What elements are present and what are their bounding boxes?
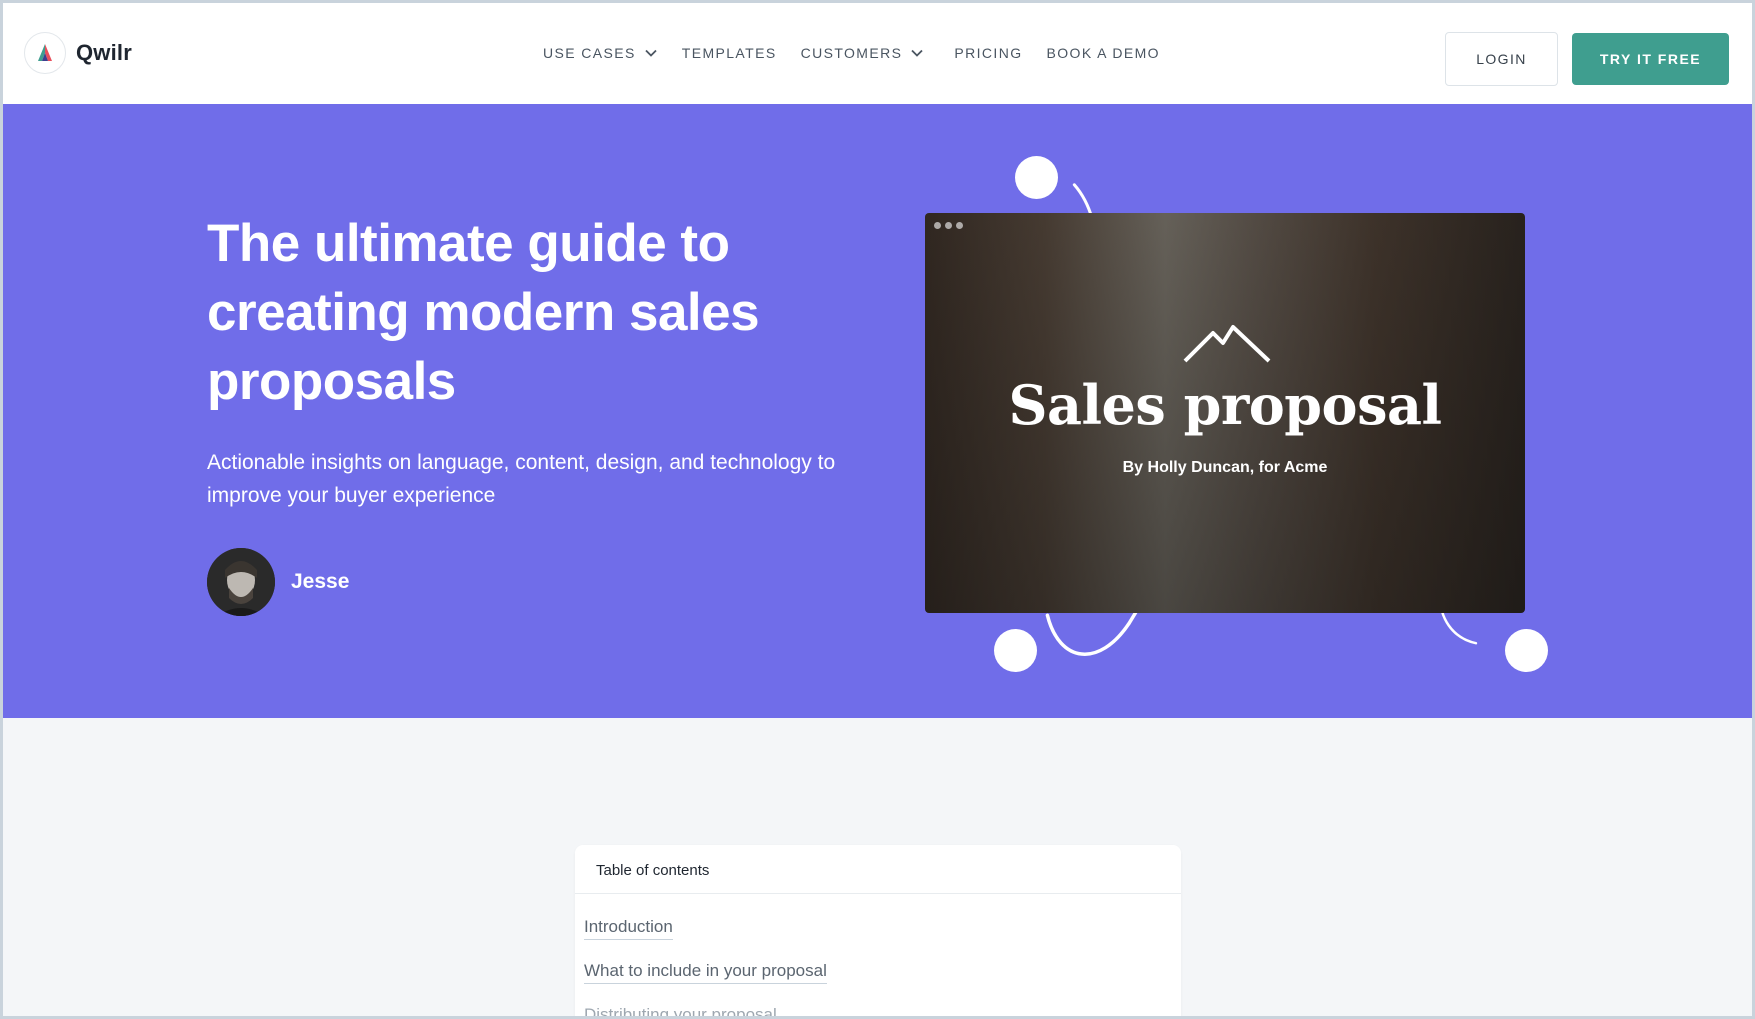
toc-link-distributing[interactable]: Distributing your proposal <box>584 1005 777 1016</box>
nav-book-demo-label: BOOK A DEMO <box>1046 45 1160 61</box>
nav-book-demo[interactable]: BOOK A DEMO <box>1047 45 1160 61</box>
brand-name: Qwilr <box>76 39 133 65</box>
main-nav: USE CASES TEMPLATES CUSTOMERS PRICING BO… <box>543 45 1184 61</box>
author-block[interactable]: Jesse <box>207 548 349 616</box>
hero-section: The ultimate guide to creating modern sa… <box>3 104 1752 718</box>
preview-title: Sales proposal <box>1008 373 1442 437</box>
table-of-contents: Table of contents Introduction What to i… <box>575 845 1181 1016</box>
page-title: The ultimate guide to creating modern sa… <box>207 214 760 411</box>
nav-customers[interactable]: CUSTOMERS <box>801 45 925 61</box>
avatar <box>207 548 275 616</box>
decorative-dot <box>1505 629 1548 672</box>
try-it-free-button[interactable]: TRY IT FREE <box>1572 33 1729 85</box>
login-button[interactable]: LOGIN <box>1445 32 1558 86</box>
toc-heading: Table of contents <box>575 845 1181 894</box>
chevron-down-icon <box>645 49 657 57</box>
window-dots-icon <box>934 222 963 229</box>
author-name: Jesse <box>291 570 350 593</box>
toc-link-introduction[interactable]: Introduction <box>584 917 673 940</box>
toc-list: Introduction What to include in your pro… <box>575 894 1181 1016</box>
nav-customers-label: CUSTOMERS <box>800 45 903 61</box>
nav-templates-label: TEMPLATES <box>681 45 777 61</box>
nav-templates[interactable]: TEMPLATES <box>682 45 777 61</box>
decorative-dot <box>1015 156 1058 199</box>
chevron-down-icon <box>911 49 923 57</box>
nav-use-cases[interactable]: USE CASES <box>543 45 658 61</box>
brand-logo[interactable]: Qwilr <box>24 30 132 75</box>
mountain-icon <box>1183 325 1271 363</box>
decorative-dot <box>994 629 1037 672</box>
proposal-preview-image: Sales proposal By Holly Duncan, for Acme <box>925 213 1525 613</box>
nav-use-cases-label: USE CASES <box>543 45 636 61</box>
site-header: Qwilr USE CASES TEMPLATES CUSTOMERS PRIC… <box>3 3 1752 104</box>
nav-pricing[interactable]: PRICING <box>954 45 1022 61</box>
qwilr-logo-icon <box>24 31 66 74</box>
nav-pricing-label: PRICING <box>954 45 1023 61</box>
toc-link-what-to-include[interactable]: What to include in your proposal <box>584 961 827 984</box>
browser-frame: Qwilr USE CASES TEMPLATES CUSTOMERS PRIC… <box>0 0 1755 1019</box>
preview-byline: By Holly Duncan, for Acme <box>1122 459 1328 476</box>
hero-subtitle: Actionable insights on language, content… <box>207 451 836 507</box>
